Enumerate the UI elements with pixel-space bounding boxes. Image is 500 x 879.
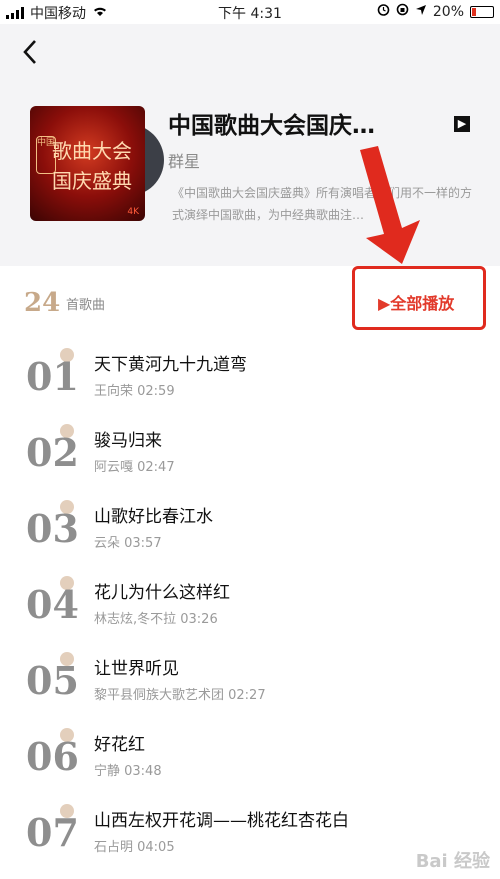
track-meta: 云朵 03:57 <box>94 536 162 551</box>
list-item[interactable]: 01 天下黄河九十九道弯 王向荣 02:59 <box>0 344 500 420</box>
battery-icon <box>470 5 494 18</box>
cover-title: 歌曲大会国庆盛典 <box>52 139 132 193</box>
list-item[interactable]: 06 好花红 宁静 03:48 <box>0 724 500 800</box>
rotation-lock-icon <box>396 3 409 20</box>
track-meta: 王向荣 02:59 <box>94 384 175 399</box>
track-meta: 林志炫,冬不拉 03:26 <box>94 612 218 627</box>
song-count-label: 首歌曲 <box>66 298 106 313</box>
status-right: 20% <box>377 3 494 20</box>
track-title: 骏马归来 <box>94 431 162 451</box>
battery-percent: 20% <box>432 3 464 20</box>
album-artist[interactable]: 群星 <box>168 148 200 172</box>
track-title: 让世界听见 <box>94 659 179 679</box>
track-number: 03 <box>26 506 79 551</box>
annotation-highlight-box <box>352 266 486 330</box>
track-number: 02 <box>26 430 79 475</box>
track-meta: 石占明 04:05 <box>94 840 175 855</box>
song-count: 24 <box>24 288 61 318</box>
play-triangle-icon: ▶ <box>457 117 467 130</box>
watermark: Bai 经验 <box>415 851 490 872</box>
album-cover[interactable]: 中国 歌曲大会国庆盛典 4K <box>30 106 145 221</box>
track-number: 01 <box>26 354 79 399</box>
location-icon <box>415 4 427 20</box>
cover-corner-label: 4K <box>127 207 139 217</box>
track-number: 07 <box>26 810 79 855</box>
track-number: 05 <box>26 658 79 703</box>
track-meta: 宁静 03:48 <box>94 764 162 779</box>
back-button[interactable] <box>22 38 38 71</box>
track-meta: 阿云嘎 02:47 <box>94 460 175 475</box>
alarm-icon <box>377 3 390 20</box>
track-title: 天下黄河九十九道弯 <box>94 355 247 375</box>
track-meta: 黎平县侗族大歌艺术团 02:27 <box>94 688 266 703</box>
list-item[interactable]: 04 花儿为什么这样红 林志炫,冬不拉 03:26 <box>0 572 500 648</box>
status-bar: 中国移动 下午 4:31 20% <box>0 0 500 24</box>
chevron-left-icon <box>23 40 36 64</box>
list-item[interactable]: 05 让世界听见 黎平县侗族大歌艺术团 02:27 <box>0 648 500 724</box>
track-number: 06 <box>26 734 79 779</box>
track-title: 花儿为什么这样红 <box>94 583 230 603</box>
track-title: 山西左权开花调——桃花红杏花白 <box>94 811 349 831</box>
album-title: 中国歌曲大会国庆… <box>168 113 375 139</box>
album-detail-button[interactable]: ▶ <box>454 116 470 132</box>
list-item[interactable]: 03 山歌好比春江水 云朵 03:57 <box>0 496 500 572</box>
track-number: 04 <box>26 582 79 627</box>
track-title: 山歌好比春江水 <box>94 507 213 527</box>
track-title: 好花红 <box>94 735 145 755</box>
list-item[interactable]: 02 骏马归来 阿云嘎 02:47 <box>0 420 500 496</box>
annotation-arrow-icon <box>360 146 420 264</box>
